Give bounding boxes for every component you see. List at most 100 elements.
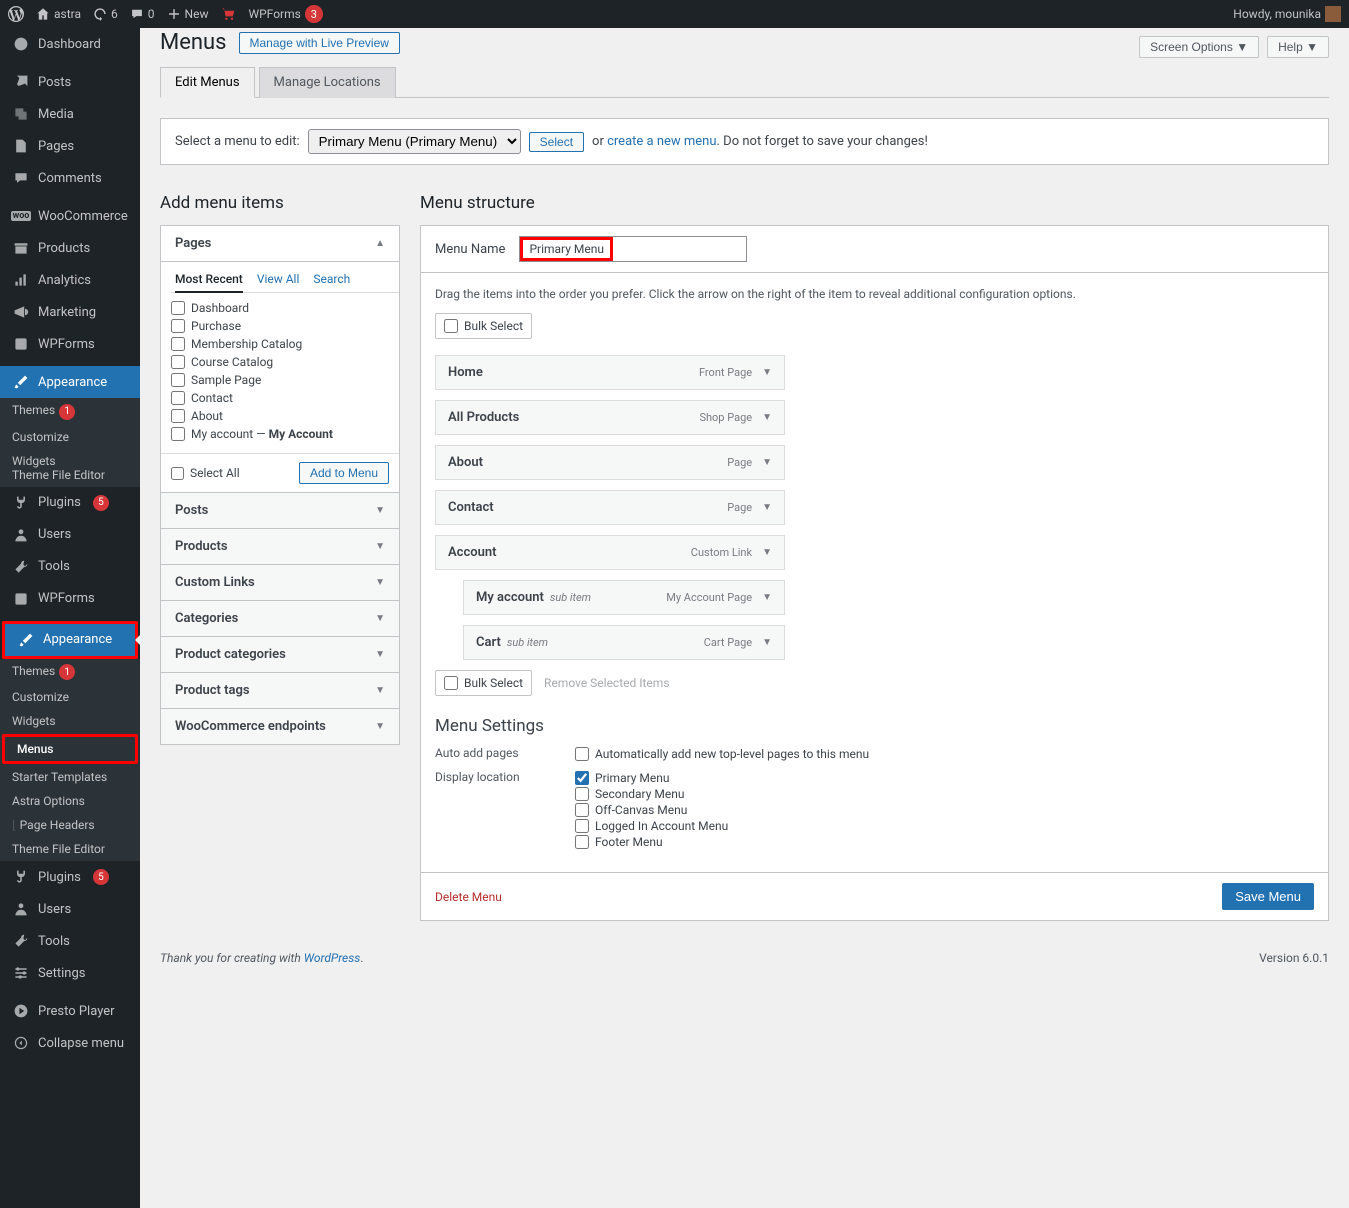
sidebar-tools[interactable]: Tools	[0, 551, 140, 583]
sidebar-appearance2[interactable]: Appearance	[2, 621, 138, 659]
site-name[interactable]: astra	[36, 7, 81, 21]
menu-item[interactable]: AccountCustom Link▼	[435, 535, 785, 570]
accordion-categories-header[interactable]: Categories▼	[161, 601, 399, 636]
sidebar-plugins[interactable]: Plugins5	[0, 487, 140, 519]
updates-item[interactable]: 6	[93, 7, 118, 21]
accordion-label: Products	[175, 539, 228, 554]
accordion-prodtags-header[interactable]: Product tags▼	[161, 673, 399, 708]
location-checkbox[interactable]: Logged In Account Menu	[575, 818, 728, 834]
tab-edit-menus[interactable]: Edit Menus	[160, 67, 255, 98]
sidebar-presto[interactable]: Presto Player	[0, 995, 140, 1027]
sidebar-media[interactable]: Media	[0, 98, 140, 130]
page-item[interactable]: My account — My Account	[171, 425, 395, 443]
location-checkbox[interactable]: Primary Menu	[575, 770, 728, 786]
help-button[interactable]: Help ▼	[1267, 36, 1329, 58]
sidebar-collapse[interactable]: Collapse menu	[0, 1027, 140, 1059]
select-button[interactable]: Select	[529, 132, 584, 152]
wordpress-link[interactable]: WordPress	[304, 951, 361, 965]
sidebar-tools2[interactable]: Tools	[0, 925, 140, 957]
sub-themes[interactable]: Themes1	[0, 398, 140, 425]
page-item[interactable]: About	[171, 407, 395, 425]
page-item[interactable]: Membership Catalog	[171, 335, 395, 353]
tab-most-recent[interactable]: Most Recent	[175, 272, 243, 293]
menu-name-input[interactable]	[613, 237, 746, 261]
create-menu-link[interactable]: create a new menu	[607, 134, 716, 149]
chevron-down-icon[interactable]: ▼	[762, 502, 772, 513]
sub-customize[interactable]: Customize	[0, 425, 140, 449]
sidebar-users[interactable]: Users	[0, 519, 140, 551]
page-item[interactable]: Course Catalog	[171, 353, 395, 371]
menu-item[interactable]: My accountsub itemMy Account Page▼	[463, 580, 785, 615]
howdy[interactable]: Howdy, mounika	[1233, 6, 1341, 22]
sidebar-dashboard[interactable]: Dashboard	[0, 28, 140, 60]
tab-view-all[interactable]: View All	[257, 272, 300, 286]
tab-manage-locations[interactable]: Manage Locations	[259, 67, 396, 98]
menu-name-input-wrap[interactable]: Primary Menu	[519, 236, 747, 262]
accordion-products-header[interactable]: Products▼	[161, 529, 399, 564]
chevron-down-icon[interactable]: ▼	[762, 412, 772, 423]
sidebar-users2[interactable]: Users	[0, 893, 140, 925]
sub-editor2[interactable]: Theme File Editor	[0, 837, 140, 861]
delete-menu-link[interactable]: Delete Menu	[435, 890, 502, 904]
menu-item[interactable]: Cartsub itemCart Page▼	[463, 625, 785, 660]
sub-astra[interactable]: Astra Options	[0, 789, 140, 813]
location-checkbox[interactable]: Off-Canvas Menu	[575, 802, 728, 818]
sidebar-pages[interactable]: Pages	[0, 130, 140, 162]
page-item[interactable]: Contact	[171, 389, 395, 407]
add-to-menu-button[interactable]: Add to Menu	[299, 462, 389, 484]
sub-menus[interactable]: Menus	[2, 734, 138, 764]
sidebar-plugins2[interactable]: Plugins5	[0, 861, 140, 893]
chevron-down-icon[interactable]: ▼	[762, 457, 772, 468]
comments-item[interactable]: 0	[130, 7, 155, 21]
accordion-wc-header[interactable]: WooCommerce endpoints▼	[161, 709, 399, 744]
page-item[interactable]: Sample Page	[171, 371, 395, 389]
sidebar-comments[interactable]: Comments	[0, 162, 140, 194]
tab-search[interactable]: Search	[313, 272, 350, 286]
bulk-select-bottom[interactable]: Bulk Select	[435, 670, 532, 696]
auto-add-checkbox[interactable]: Automatically add new top-level pages to…	[575, 746, 869, 762]
sidebar-analytics[interactable]: Analytics	[0, 264, 140, 296]
sidebar-appearance[interactable]: Appearance	[0, 366, 140, 398]
sidebar-woocommerce[interactable]: wooWooCommerce	[0, 200, 140, 232]
screen-options-button[interactable]: Screen Options ▼	[1139, 36, 1259, 58]
sidebar-posts[interactable]: Posts	[0, 66, 140, 98]
sidebar-wpforms[interactable]: WPForms	[0, 328, 140, 360]
live-preview-button[interactable]: Manage with Live Preview	[239, 32, 400, 54]
accordion-pages-header[interactable]: Pages▲	[161, 226, 399, 262]
pages-list[interactable]: DashboardPurchaseMembership CatalogCours…	[171, 299, 399, 443]
sub-starter[interactable]: Starter Templates	[0, 765, 140, 789]
accordion-prodcats-header[interactable]: Product categories▼	[161, 637, 399, 672]
location-checkbox[interactable]: Secondary Menu	[575, 786, 728, 802]
menu-item[interactable]: All ProductsShop Page▼	[435, 400, 785, 435]
accordion-posts-header[interactable]: Posts▼	[161, 493, 399, 528]
sub-widgets[interactable]: Widgets	[0, 449, 140, 468]
sub-widgets2[interactable]: Widgets	[0, 709, 140, 733]
select-all-checkbox[interactable]: Select All	[171, 466, 240, 480]
accordion-custom-header[interactable]: Custom Links▼	[161, 565, 399, 600]
sub-customize2[interactable]: Customize	[0, 685, 140, 709]
menu-item[interactable]: AboutPage▼	[435, 445, 785, 480]
menu-item[interactable]: HomeFront Page▼	[435, 355, 785, 390]
chevron-down-icon[interactable]: ▼	[762, 637, 772, 648]
page-item[interactable]: Dashboard	[171, 299, 395, 317]
bulk-select-top[interactable]: Bulk Select	[435, 313, 532, 339]
sub-editor[interactable]: Theme File Editor	[0, 468, 140, 487]
new-item[interactable]: New	[167, 7, 209, 21]
wp-logo[interactable]	[8, 6, 24, 22]
sub-themes2[interactable]: Themes1	[0, 659, 140, 686]
sidebar-products[interactable]: Products	[0, 232, 140, 264]
page-item[interactable]: Purchase	[171, 317, 395, 335]
sidebar-marketing[interactable]: Marketing	[0, 296, 140, 328]
sidebar-wpforms2[interactable]: WPForms	[0, 583, 140, 615]
chevron-down-icon[interactable]: ▼	[762, 367, 772, 378]
save-menu-button[interactable]: Save Menu	[1222, 883, 1314, 910]
sidebar-settings[interactable]: Settings	[0, 957, 140, 989]
chevron-down-icon[interactable]: ▼	[762, 592, 772, 603]
menu-item[interactable]: ContactPage▼	[435, 490, 785, 525]
cart-item[interactable]	[220, 6, 236, 22]
chevron-down-icon[interactable]: ▼	[762, 547, 772, 558]
location-checkbox[interactable]: Footer Menu	[575, 834, 728, 850]
menu-select[interactable]: Primary Menu (Primary Menu)	[308, 129, 521, 154]
wpforms-item[interactable]: WPForms 3	[248, 5, 322, 23]
sub-pageheaders[interactable]: ⌊ Page Headers	[0, 813, 140, 837]
